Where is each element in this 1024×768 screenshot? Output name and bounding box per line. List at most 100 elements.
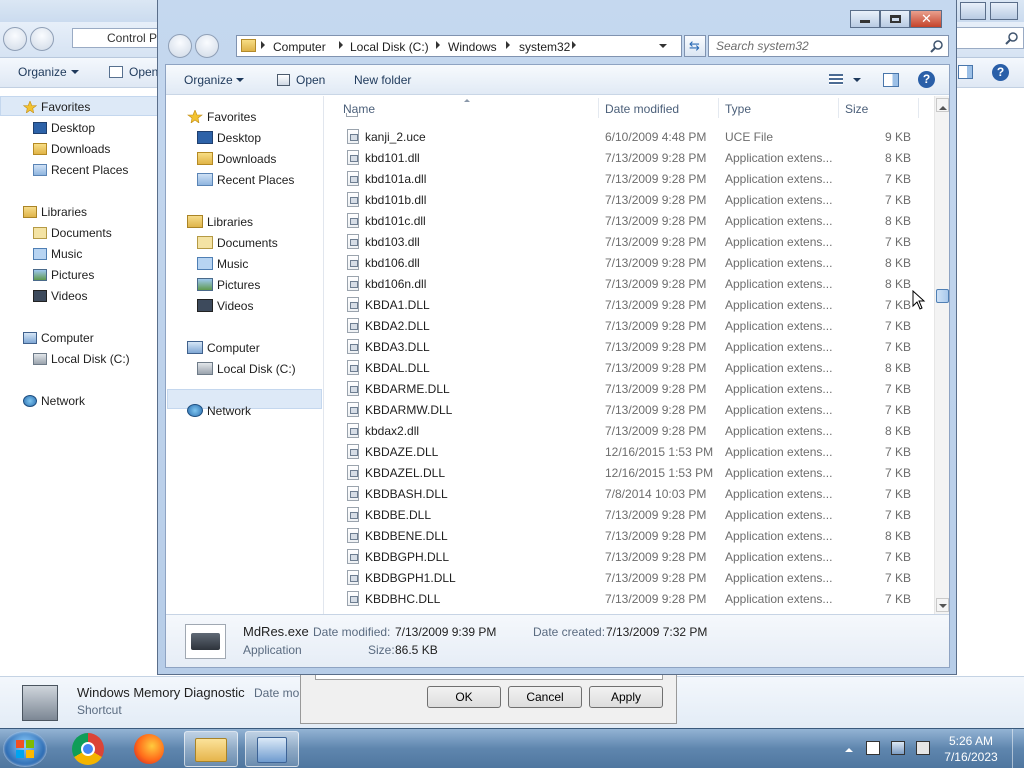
open-button[interactable]: Open [296, 73, 325, 87]
start-button[interactable] [3, 731, 47, 767]
table-row[interactable]: KBDBGPH.DLL 7/13/2009 9:28 PM Application … [326, 546, 931, 567]
nav-libraries[interactable]: Libraries [187, 215, 253, 229]
vertical-scrollbar[interactable] [934, 96, 949, 614]
table-row[interactable]: kbd101a.dll 7/13/2009 9:28 PM Application … [326, 168, 931, 189]
close-button[interactable]: ✕ [910, 10, 942, 28]
table-row[interactable]: kbd101b.dll 7/13/2009 9:28 PM Application … [326, 189, 931, 210]
chevron-down-icon[interactable] [853, 78, 861, 86]
column-header-date-modified[interactable]: Date modified [605, 102, 679, 116]
new-folder-button[interactable]: New folder [354, 73, 411, 87]
volume-icon[interactable] [916, 741, 930, 755]
maximize-button[interactable] [880, 10, 910, 28]
table-row[interactable]: kbdax2.dll 7/13/2009 9:28 PM Application e… [326, 420, 931, 441]
background-search-field[interactable] [956, 27, 1024, 49]
nav-computer[interactable]: Computer [187, 341, 260, 355]
nav-favorites[interactable]: Favorites [23, 100, 90, 114]
nav-network[interactable]: Network [187, 404, 251, 418]
cancel-button[interactable]: Cancel [508, 686, 582, 708]
show-hidden-icons-icon[interactable] [845, 744, 853, 752]
column-header-type[interactable]: Type [725, 102, 751, 116]
preview-pane-icon[interactable] [958, 65, 973, 79]
address-bar[interactable]: Computer Local Disk (C:) Windows system3… [236, 35, 682, 57]
nav-computer[interactable]: Computer [23, 331, 94, 345]
table-row[interactable]: KBDBGPH1.DLL 7/13/2009 9:28 PM Application… [326, 567, 931, 588]
table-row[interactable]: kbd101c.dll 7/13/2009 9:28 PM Application … [326, 210, 931, 231]
table-row[interactable]: KBDBENE.DLL 7/13/2009 9:28 PM Application … [326, 525, 931, 546]
scroll-thumb[interactable] [936, 289, 949, 303]
breadcrumb-computer[interactable]: Computer [273, 40, 326, 54]
table-row[interactable]: KBDBHC.DLL 7/13/2009 9:28 PM Application e… [326, 588, 931, 609]
back-button[interactable] [168, 34, 192, 58]
nav-videos[interactable]: Videos [33, 289, 87, 303]
chevron-down-icon[interactable] [659, 44, 667, 52]
refresh-button[interactable]: ⇆ [684, 35, 706, 57]
system-clock[interactable]: 5:26 AM 7/16/2023 [936, 733, 1006, 765]
table-row[interactable]: KBDBE.DLL 7/13/2009 9:28 PM Application ex… [326, 504, 931, 525]
network-status-icon[interactable] [891, 741, 905, 755]
open-button[interactable]: Open [129, 65, 158, 79]
help-icon[interactable]: ? [992, 64, 1009, 81]
nav-local-disk[interactable]: Local Disk (C:) [197, 362, 296, 376]
apply-button[interactable]: Apply [589, 686, 663, 708]
preview-pane-icon[interactable] [883, 73, 899, 87]
nav-downloads[interactable]: Downloads [33, 142, 110, 156]
organize-button[interactable]: Organize [184, 73, 233, 87]
table-row[interactable]: KBDA2.DLL 7/13/2009 9:28 PM Application ex… [326, 315, 931, 336]
table-row[interactable]: kanji_2.uce 6/10/2009 4:48 PM UCE File 9 KB [326, 126, 931, 147]
table-row[interactable]: KBDARME.DLL 7/13/2009 9:28 PM Application … [326, 378, 931, 399]
nav-network[interactable]: Network [23, 394, 85, 408]
ok-button[interactable]: OK [427, 686, 501, 708]
search-input[interactable]: Search system32 [708, 35, 949, 57]
views-icon[interactable] [829, 74, 843, 85]
minimize-button[interactable] [850, 10, 880, 28]
organize-button[interactable]: Organize [18, 65, 67, 79]
show-desktop-button[interactable] [1012, 729, 1024, 768]
nav-recent-places[interactable]: Recent Places [197, 173, 294, 187]
table-row[interactable]: KBDA3.DLL 7/13/2009 9:28 PM Application ex… [326, 336, 931, 357]
table-row[interactable]: KBDA1.DLL 7/13/2009 9:28 PM Application ex… [326, 294, 931, 315]
nav-music[interactable]: Music [197, 257, 248, 271]
table-row[interactable]: kbd101.dll 7/13/2009 9:28 PM Application e… [326, 147, 931, 168]
table-row[interactable]: kbd106n.dll 7/13/2009 9:28 PM Application … [326, 273, 931, 294]
forward-button[interactable] [30, 27, 54, 51]
nav-pictures[interactable]: Pictures [33, 268, 94, 282]
nav-recent-places[interactable]: Recent Places [33, 163, 128, 177]
file-size: 8 KB [884, 256, 911, 270]
back-button[interactable] [3, 27, 27, 51]
scroll-up-button[interactable] [936, 98, 949, 112]
taskbar-control-panel[interactable] [245, 731, 299, 767]
nav-local-disk[interactable]: Local Disk (C:) [33, 352, 130, 366]
breadcrumb-system32[interactable]: system32 [519, 40, 570, 54]
scroll-down-button[interactable] [936, 598, 949, 612]
nav-desktop[interactable]: Desktop [197, 131, 261, 145]
column-header-size[interactable]: Size [845, 102, 868, 116]
nav-music[interactable]: Music [33, 247, 82, 261]
help-icon[interactable]: ? [918, 71, 935, 88]
nav-favorites[interactable]: Favorites [187, 110, 256, 124]
breadcrumb-windows[interactable]: Windows [448, 40, 497, 54]
nav-downloads[interactable]: Downloads [197, 152, 276, 166]
table-row[interactable]: kbd106.dll 7/13/2009 9:28 PM Application e… [326, 252, 931, 273]
taskbar-chrome[interactable] [62, 731, 116, 767]
taskbar-explorer[interactable] [184, 731, 238, 767]
breadcrumb-local-disk[interactable]: Local Disk (C:) [350, 40, 429, 54]
close-button[interactable] [990, 2, 1018, 20]
nav-documents[interactable]: Documents [33, 226, 112, 240]
file-size: 7 KB [884, 172, 911, 186]
nav-pictures[interactable]: Pictures [197, 278, 260, 292]
restore-button[interactable] [960, 2, 986, 20]
nav-libraries[interactable]: Libraries [23, 205, 87, 219]
nav-desktop[interactable]: Desktop [33, 121, 95, 135]
action-center-icon[interactable] [866, 741, 880, 755]
file-type: Application extens... [725, 550, 833, 564]
nav-documents[interactable]: Documents [197, 236, 278, 250]
table-row[interactable]: KBDAZE.DLL 12/16/2015 1:53 PM Application … [326, 441, 931, 462]
table-row[interactable]: KBDARMW.DLL 7/13/2009 9:28 PM Application … [326, 399, 931, 420]
table-row[interactable]: KBDAZEL.DLL 12/16/2015 1:53 PM Application… [326, 462, 931, 483]
table-row[interactable]: KBDAL.DLL 7/13/2009 9:28 PM Application ex… [326, 357, 931, 378]
nav-videos[interactable]: Videos [197, 299, 253, 313]
forward-button[interactable] [195, 34, 219, 58]
table-row[interactable]: kbd103.dll 7/13/2009 9:28 PM Application e… [326, 231, 931, 252]
taskbar-firefox[interactable] [123, 731, 177, 767]
table-row[interactable]: KBDBASH.DLL 7/8/2014 10:03 PM Application … [326, 483, 931, 504]
